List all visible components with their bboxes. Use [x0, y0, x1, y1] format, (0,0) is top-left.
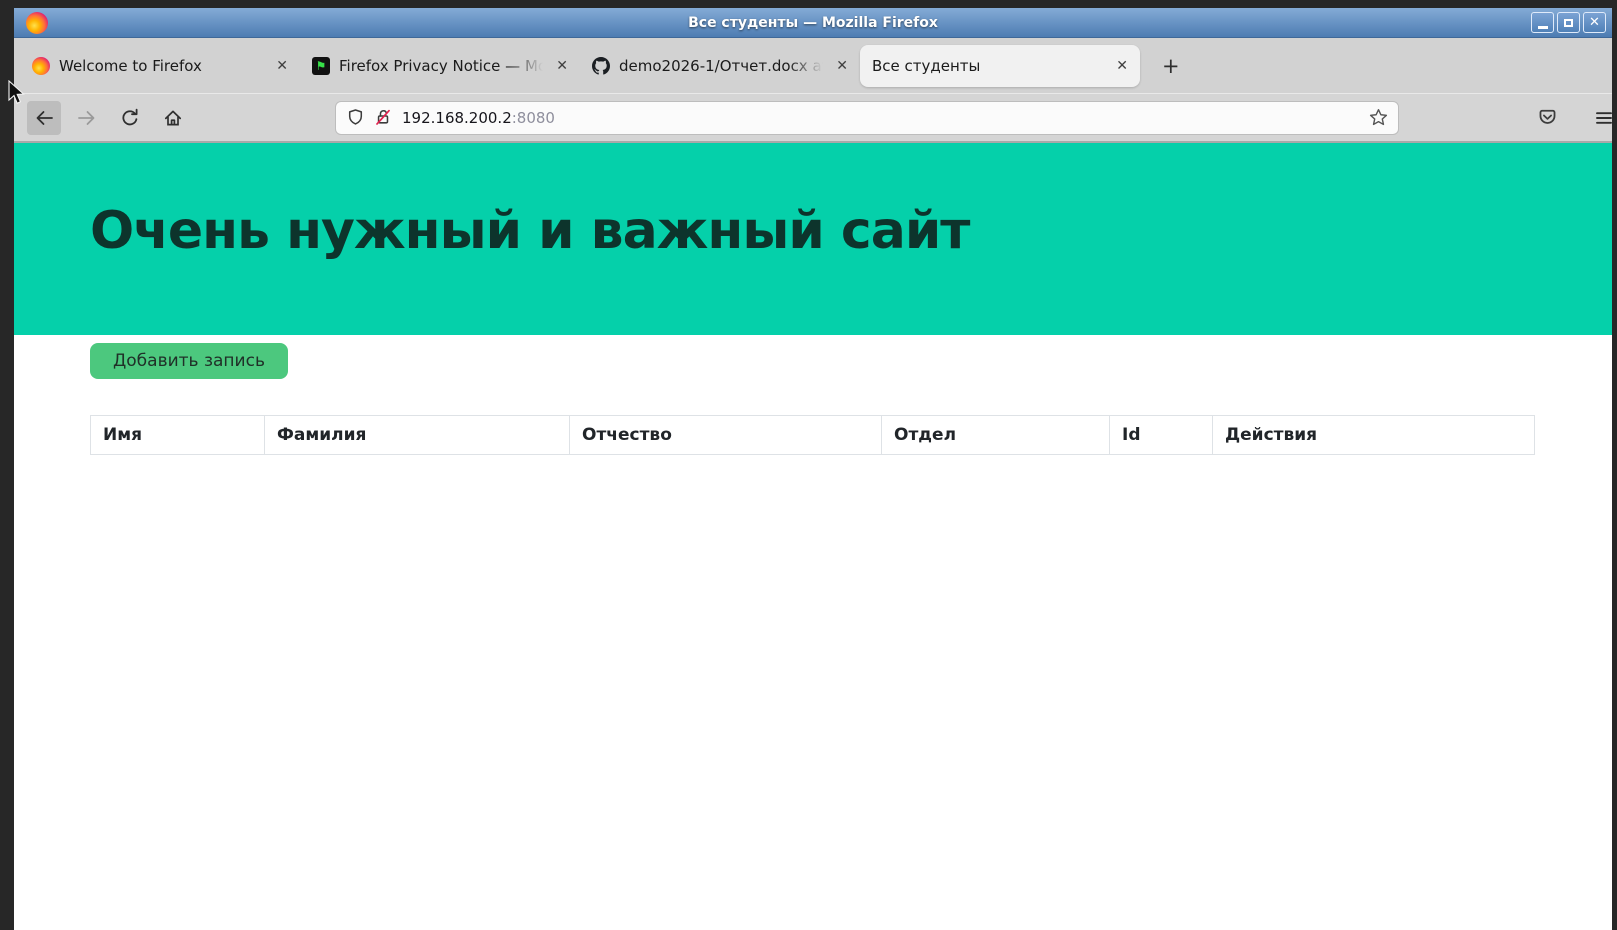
forward-button[interactable]: [70, 101, 104, 135]
reload-button[interactable]: [113, 101, 147, 135]
column-header-department: Отдел: [882, 416, 1110, 455]
close-icon: ✕: [1589, 16, 1600, 29]
tab-close-icon[interactable]: ✕: [274, 58, 290, 74]
column-header-actions: Действия: [1213, 416, 1535, 455]
add-record-button[interactable]: Добавить запись: [90, 343, 288, 379]
window-controls: ✕: [1531, 12, 1606, 33]
page-title: Очень нужный и важный сайт: [14, 143, 1612, 261]
students-table: Имя Фамилия Отчество Отдел Id Действия: [90, 415, 1535, 455]
reload-icon: [120, 108, 140, 128]
tab-github-report[interactable]: demo2026-1/Отчет.docx at ma ✕: [580, 45, 860, 87]
menu-icon[interactable]: [1587, 101, 1617, 135]
students-table-header: Имя Фамилия Отчество Отдел Id Действия: [91, 416, 1535, 455]
firefox-window: Все студенты — Mozilla Firefox ✕ Welcome…: [14, 8, 1612, 930]
tab-label: demo2026-1/Отчет.docx at ma: [619, 57, 825, 75]
tab-label: Firefox Privacy Notice — Mozill: [339, 57, 545, 75]
tab-close-icon[interactable]: ✕: [554, 58, 570, 74]
tab-label: Все студенты: [872, 57, 1105, 75]
forward-arrow-icon: [77, 108, 97, 128]
tab-privacy-notice[interactable]: ⚑ Firefox Privacy Notice — Mozill ✕: [300, 45, 580, 87]
column-header-last-name: Фамилия: [265, 416, 570, 455]
desktop-background: Все студенты — Mozilla Firefox ✕ Welcome…: [0, 0, 1617, 930]
mozilla-favicon-icon: ⚑: [312, 57, 330, 75]
window-title: Все студенты — Mozilla Firefox: [14, 15, 1612, 31]
url-text[interactable]: 192.168.200.2:8080: [402, 109, 555, 127]
home-icon: [163, 108, 183, 128]
minimize-button[interactable]: [1531, 12, 1554, 33]
page-content: Очень нужный и важный сайт Добавить запи…: [14, 143, 1612, 930]
tab-bar: Welcome to Firefox ✕ ⚑ Firefox Privacy N…: [14, 38, 1612, 93]
url-host: 192.168.200.2: [402, 109, 512, 127]
firefox-logo-icon: [26, 12, 48, 34]
shield-icon[interactable]: [346, 108, 365, 127]
new-tab-button[interactable]: +: [1156, 54, 1186, 78]
navigation-toolbar: 192.168.200.2:8080: [14, 93, 1612, 143]
pocket-icon[interactable]: [1530, 101, 1564, 135]
bookmark-star-icon[interactable]: [1369, 108, 1388, 127]
table-header-row: Имя Фамилия Отчество Отдел Id Действия: [91, 416, 1535, 455]
home-button[interactable]: [156, 101, 190, 135]
tab-close-icon[interactable]: ✕: [1114, 58, 1130, 74]
tab-welcome-to-firefox[interactable]: Welcome to Firefox ✕: [20, 45, 300, 87]
close-window-button[interactable]: ✕: [1583, 12, 1606, 33]
back-button[interactable]: [27, 101, 61, 135]
column-header-patronymic: Отчество: [570, 416, 882, 455]
tab-label: Welcome to Firefox: [59, 57, 265, 75]
tab-all-students-active[interactable]: Все студенты ✕: [860, 45, 1140, 87]
tab-close-icon[interactable]: ✕: [834, 58, 850, 74]
page-main: Добавить запись Имя Фамилия Отчество Отд…: [14, 335, 1612, 455]
column-header-first-name: Имя: [91, 416, 265, 455]
minimize-icon: [1538, 26, 1548, 29]
github-favicon-icon: [592, 57, 610, 75]
window-titlebar[interactable]: Все студенты — Mozilla Firefox ✕: [14, 8, 1612, 38]
firefox-favicon-icon: [32, 57, 50, 75]
column-header-id: Id: [1110, 416, 1213, 455]
url-port: :8080: [512, 109, 555, 127]
back-arrow-icon: [34, 108, 54, 128]
restore-icon: [1564, 19, 1573, 27]
restore-button[interactable]: [1557, 12, 1580, 33]
url-bar[interactable]: 192.168.200.2:8080: [335, 101, 1399, 135]
page-header: Очень нужный и важный сайт: [14, 143, 1612, 335]
insecure-lock-icon[interactable]: [374, 108, 393, 127]
